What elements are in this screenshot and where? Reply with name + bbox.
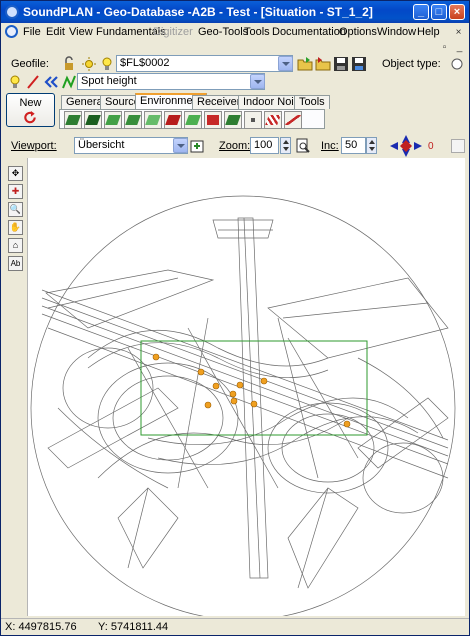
spot-height-point [230,397,238,405]
status-bar: X: 4497815.76 Y: 5741811.44 [1,618,469,635]
sun-icon[interactable] [81,56,97,72]
menu-file[interactable]: File [23,26,41,38]
mdi-controls: ▫ _ [1,41,469,55]
map-drawing [30,195,456,621]
window-title: SoundPLAN - Geo-Database -A2B - Test - [… [23,5,373,19]
crosshair-icon[interactable]: ✚ [8,184,23,199]
menu-documentation[interactable]: Documentation [272,26,346,38]
house-icon[interactable] [204,111,222,129]
new-button-label: New [19,97,42,109]
menu-options[interactable]: Options [339,26,377,38]
mdi-restore-button[interactable]: ▫ [438,42,451,55]
grid-icon[interactable] [184,111,202,129]
save-as-icon[interactable] [351,56,367,72]
inc-field[interactable]: 50 [341,137,366,154]
status-x-coordinate: X: 4497815.76 [5,621,77,633]
boundary-circle [30,195,456,621]
building-icon[interactable] [164,111,182,129]
viewport-field[interactable]: Übersicht [74,137,188,154]
refresh-icon [24,110,36,124]
title-bar[interactable]: SoundPLAN - Geo-Database -A2B - Test - [… [1,1,469,23]
terrain-icon[interactable] [64,111,82,129]
viewport-toolbar: Viewport: Übersicht Zoom: 100 Inc: 50 0 [1,134,469,158]
spot-height-point [204,401,212,409]
spot-height-point [229,390,237,398]
maximize-button[interactable]: □ [431,4,447,20]
object-type-icon[interactable] [449,56,465,72]
hand-icon[interactable]: ✋ [8,220,23,235]
menu-digitizer: Digitizer [153,26,193,38]
save-icon[interactable] [333,56,349,72]
object-field[interactable]: Spot height [77,73,265,90]
lightbulb-icon[interactable] [99,56,115,72]
wall-icon[interactable] [84,111,102,129]
scroll-handle[interactable] [451,139,465,153]
mdi-minimize-button[interactable]: _ [453,42,466,55]
area-icon[interactable] [144,111,162,129]
menu-bar: File Edit View Fundamentals Digitizer Ge… [1,23,469,41]
inc-label: Inc: [321,140,339,152]
spot-height-point [197,368,205,376]
spot-height-point [260,377,268,385]
map-canvas[interactable] [27,158,465,621]
vegetation-icon[interactable] [124,111,142,129]
inc-stepper[interactable] [366,137,377,154]
zoom-field[interactable]: 100 [250,137,279,154]
spot-height-point [152,353,160,361]
menu-edit[interactable]: Edit [46,26,65,38]
environment-tools-panel [59,109,325,129]
zoom-stepper[interactable] [280,137,291,154]
pencil-icon[interactable] [284,111,302,129]
menu-view[interactable]: View [69,26,93,38]
menu-tools[interactable]: Tools [244,26,270,38]
zoom-page-icon[interactable] [295,138,311,154]
pan-icon[interactable]: ✥ [8,166,23,181]
zoom-icon[interactable]: 🔍 [8,202,23,217]
geofile-label: Geofile: [11,58,49,70]
geofile-toolbar: Geofile: $FL$0002 Object type: [1,55,469,73]
shape-icon[interactable] [224,111,242,129]
rotation-value: 0 [428,141,434,152]
spot-height-point [212,382,220,390]
lock-icon[interactable] [61,56,77,72]
folder-icon[interactable] [315,56,331,72]
zoom-label: Zoom: [219,140,251,152]
close-button[interactable]: × [449,4,465,20]
open-folder-icon[interactable] [297,56,313,72]
app-window: SoundPLAN - Geo-Database -A2B - Test - [… [0,0,470,636]
geofile-dropdown-button[interactable] [278,56,293,71]
hatch-icon[interactable] [264,111,282,129]
line-icon[interactable] [25,74,41,90]
polyline-icon[interactable] [61,74,77,90]
spot-height-point [250,400,258,408]
layer-icon[interactable]: ⌂ [8,238,23,253]
object-dropdown-button[interactable] [250,74,265,89]
text-label-icon[interactable]: Ab [8,256,23,271]
status-y-coordinate: Y: 5741811.44 [98,621,169,633]
lightbulb-icon[interactable] [7,74,23,90]
new-button[interactable]: New [6,93,55,127]
document-icon[interactable] [5,25,18,38]
geofile-field[interactable]: $FL$0002 [116,55,293,72]
mdi-close-button[interactable]: × [452,27,465,40]
double-chevron-left-icon[interactable] [43,74,59,90]
navigation-arrows-icon[interactable] [387,134,425,158]
spot-height-point [343,420,351,428]
menu-window[interactable]: Window [377,26,416,38]
object-toolbar: Spot height [1,73,469,91]
spot-height-point [236,381,244,389]
viewport-label: Viewport: [11,140,57,152]
menu-help[interactable]: Help [417,26,440,38]
object-type-label: Object type: [382,58,441,70]
add-viewport-icon[interactable] [190,138,206,154]
menu-geo-tools[interactable]: Geo-Tools [198,26,248,38]
tab-tools[interactable]: Tools [294,95,330,109]
embankment-icon[interactable] [104,111,122,129]
point-icon[interactable] [244,111,262,129]
app-icon[interactable] [5,5,19,19]
viewport-dropdown-button[interactable] [173,138,188,153]
minimize-button[interactable]: _ [413,4,429,20]
